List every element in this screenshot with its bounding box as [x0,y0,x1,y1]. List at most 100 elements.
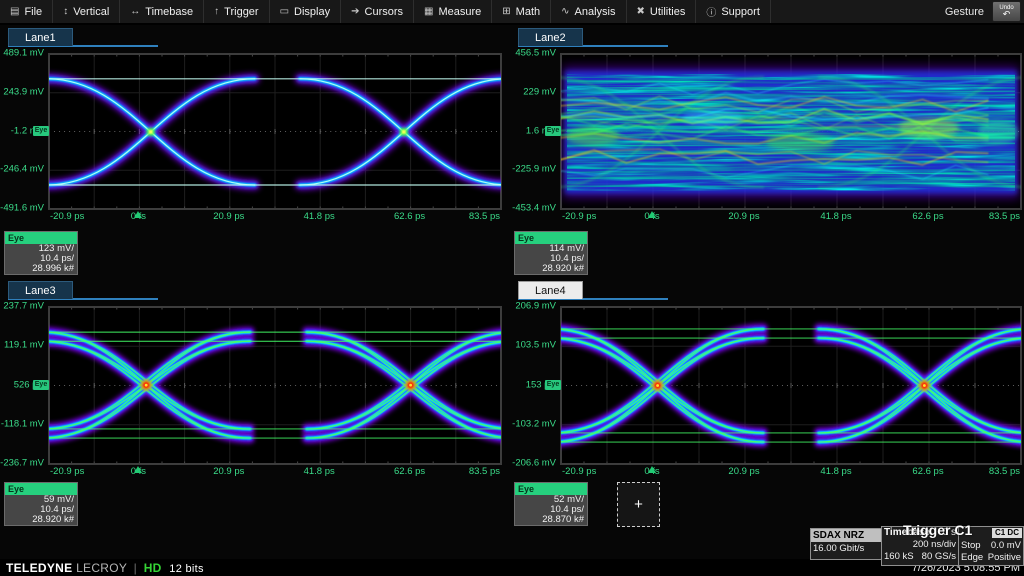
x-axis-label: 20.9 ps [728,211,759,222]
timebase-sample-rate: 80 GS/s [922,551,956,563]
menu-item-display[interactable]: ▭Display [270,0,342,23]
trigger-mode: Stop [961,540,981,552]
eye-trace-badge: Eye [33,126,49,136]
brand-lecroy: LECROY [76,561,127,575]
add-measurement-box[interactable]: + [617,482,660,527]
eye-diagram-plot[interactable] [560,53,1022,210]
eye-measure-box[interactable]: Eye 59 mV/ 10.4 ps/ 28.920 k# [4,482,78,526]
menu-item-utilities[interactable]: ✖ Utilities [627,0,697,23]
x-axis-label: 41.8 ps [820,466,851,477]
math-icon: ⊞ [502,6,510,17]
menu-item-math[interactable]: ⊞ Math [492,0,551,23]
eye-measure-box[interactable]: Eye 114 mV/ 10.4 ps/ 28.920 k# [514,231,588,275]
menu-item-support[interactable]: ⓘ Support [696,0,771,23]
eye-measure-box[interactable]: Eye 52 mV/ 10.4 ps/ 28.870 k# [514,482,588,526]
y-axis-label: 103.5 mV [515,340,556,351]
menu-item-label: Analysis [575,6,616,18]
menu-item-label: Timebase [145,6,193,18]
eye-diagram-canvas [561,54,1021,209]
menu-item-label: Math [516,6,540,18]
measure-population: 28.920 k# [5,515,77,525]
menu-item-label: Support [721,6,760,18]
eye-trace-badge: Eye [33,380,49,390]
sda-bitrate: 16.00 Gbit/s [811,542,881,555]
trigger-position-marker[interactable] [648,466,656,473]
y-axis-label: -206.6 mV [512,458,556,469]
trigger-slope: Positive [988,552,1021,564]
menu-item-timebase[interactable]: ↔ Timebase [120,0,204,23]
brand-teledyne: TELEDYNE [6,561,72,575]
eye-measure-box[interactable]: Eye 123 mV/ 10.4 ps/ 28.996 k# [4,231,78,275]
trigger-source-badge: C1 DC [992,528,1022,538]
x-axis-label: 41.8 ps [820,211,851,222]
menu-item-label: Cursors [365,6,404,18]
x-axis-label: 62.6 ps [912,466,943,477]
hd-mode-label: HD [144,561,162,575]
lane-tab[interactable]: Lane3 [8,281,73,299]
menu-item-vertical[interactable]: ↕Vertical [53,0,120,23]
sda-descriptor-title: SDAX NRZ [811,529,881,542]
menu-item-file[interactable]: ▤File [0,0,53,23]
lane-panel: Lane2 456.5 mV 229 mV 1.6 mV -225.9 mV -… [510,26,1024,278]
lane-tab[interactable]: Lane4 [518,281,583,299]
y-axis-label: 229 mV [523,86,556,97]
lane-panel: Lane1 489.1 mV 243.9 mV -1.2 mV -246.4 m… [0,26,514,278]
timebase-scale: 200 ns/div [913,539,956,551]
x-axis-label: -20.9 ps [562,466,596,477]
y-axis-label: 456.5 mV [515,48,556,59]
y-axis-label: -225.9 mV [512,164,556,175]
y-axis-label: 237.7 mV [3,301,44,312]
timebase-icon: ↔ [130,6,140,17]
eye-diagram-canvas [49,54,501,209]
sda-descriptor-box[interactable]: SDAX NRZ 16.00 Gbit/s [810,528,882,560]
lane-tab-label: Lane2 [535,32,566,44]
trigger-position-marker[interactable] [134,211,142,218]
y-axis-label: 206.9 mV [515,301,556,312]
menu-item-trigger[interactable]: ↑ Trigger [204,0,269,23]
bit-depth-label: 12 bits [165,563,204,575]
y-axis-label: 489.1 mV [3,48,44,59]
utilities-icon: ✖ [637,6,645,17]
plus-icon: + [634,496,643,513]
x-axis-label: 41.8 ps [304,211,335,222]
menu-item-label: Utilities [650,6,685,18]
gesture-mode-label: Gesture [945,6,984,18]
menu-item-cursors[interactable]: ➔Cursors [341,0,414,23]
lane-tab[interactable]: Lane2 [518,28,583,46]
menu-bar: ▤File↕Vertical ↔ Timebase ↑ Trigger ▭Display➔… [0,0,1024,25]
eye-diagram-plot[interactable] [48,306,502,465]
menu-item-measure[interactable]: ▦Measure [414,0,492,23]
trigger-position-marker[interactable] [134,466,142,473]
support-icon: ⓘ [706,4,716,19]
menu-items: ▤File↕Vertical ↔ Timebase ↑ Trigger ▭Display➔… [0,0,771,23]
menu-item-label: Vertical [73,6,109,18]
trigger-icon: ↑ [214,6,219,17]
lane-tab[interactable]: Lane1 [8,28,73,46]
eye-trace-badge: Eye [545,380,561,390]
measure-population: 28.996 k# [5,264,77,274]
x-axis-label: 83.5 ps [989,211,1020,222]
x-axis-label: -20.9 ps [50,466,84,477]
y-axis-label: -246.4 mV [0,164,44,175]
measure-icon: ▦ [424,6,433,17]
menu-item-label: Trigger [224,6,258,18]
menu-item-analysis[interactable]: ∿Analysis [551,0,626,23]
measure-population: 28.870 k# [515,515,587,525]
trigger-overlay-label: Trigger C1 [903,522,972,538]
x-axis-label: 83.5 ps [469,211,500,222]
undo-button[interactable]: Undo ↶ [992,1,1021,22]
x-axis-label: 20.9 ps [728,466,759,477]
y-axis-label: -118.1 mV [1,418,44,429]
menu-bar-right: Gesture Undo ↶ [945,0,1024,23]
lane-panel: Lane3 237.7 mV 119.1 mV 526 µV -118.1 mV… [0,279,514,533]
y-axis-label: -491.6 mV [0,203,44,214]
eye-diagram-plot[interactable] [560,306,1022,465]
eye-trace-badge: Eye [545,126,561,136]
trigger-position-marker[interactable] [648,211,656,218]
trigger-level: 0.0 mV [991,540,1021,552]
y-axis-label: 243.9 mV [3,86,44,97]
eye-diagram-plot[interactable] [48,53,502,210]
x-axis-label: 83.5 ps [989,466,1020,477]
brand-logo: TELEDYNE LECROY | HD 12 bits [0,561,204,575]
lane-panel: Lane4 206.9 mV 103.5 mV 153 µV -103.2 mV… [510,279,1024,533]
